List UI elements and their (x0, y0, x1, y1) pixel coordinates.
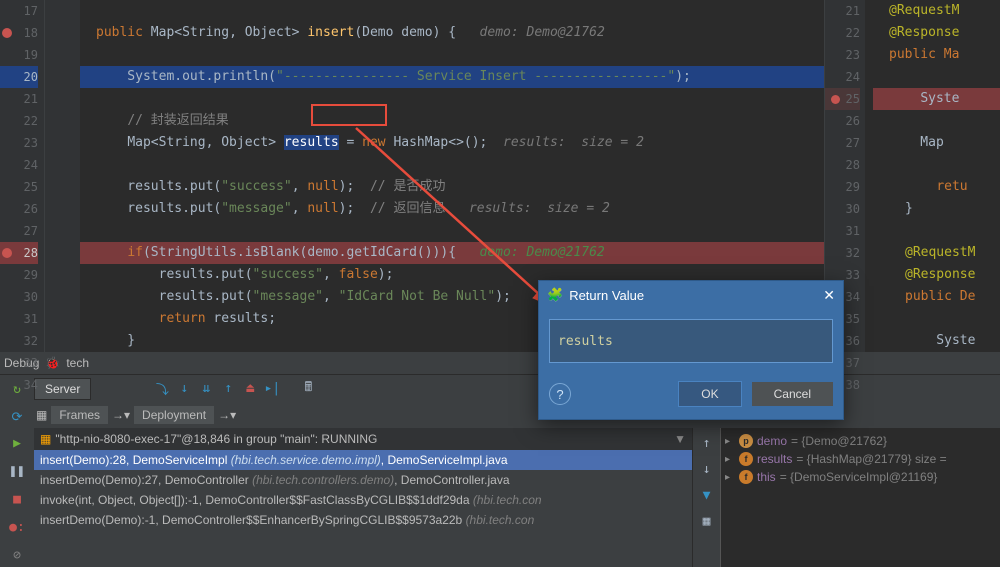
stack-frame[interactable]: insertDemo(Demo):-1, DemoController$$Enh… (34, 510, 692, 530)
deployment-tab[interactable]: Deployment (134, 406, 214, 424)
frames-toolbar: ▦ Frames →▾ Deployment →▾ (34, 402, 1000, 428)
dialog-icon: 🧩 (547, 287, 563, 303)
view-breakpoints-icon[interactable]: ●: (6, 516, 28, 538)
frames-list: insert(Demo):28, DemoServiceImpl (hbi.te… (34, 450, 692, 530)
resume-icon[interactable]: ▶ (6, 432, 28, 454)
step-over-icon[interactable]: ⤵ (151, 378, 173, 400)
return-value-input[interactable] (549, 319, 833, 363)
stack-frame[interactable]: insert(Demo):28, DemoServiceImpl (hbi.te… (34, 450, 692, 470)
debug-body: ▶ ❚❚ ■ ●: ⊘ ▦ "http-nio-8080-exec-17"@18… (0, 428, 1000, 567)
debug-process-name[interactable]: tech (66, 356, 89, 370)
help-icon[interactable]: ? (549, 383, 571, 405)
ok-button[interactable]: OK (678, 381, 741, 407)
dialog-title-text: Return Value (569, 288, 644, 303)
frames-tab[interactable]: Frames (51, 406, 108, 424)
debug-side-actions: ▶ ❚❚ ■ ●: ⊘ (0, 428, 34, 567)
variable-row[interactable]: ▸f results = {HashMap@21779} size = (725, 450, 996, 468)
deployment-dropdown-icon[interactable]: →▾ (218, 408, 236, 422)
filter-icon[interactable]: ▼ (696, 484, 718, 506)
stack-frames-panel: ▦ "http-nio-8080-exec-17"@18,846 in grou… (34, 428, 692, 567)
thread-icon: ▦ (40, 432, 51, 446)
thread-label: "http-nio-8080-exec-17"@18,846 in group … (55, 432, 377, 446)
server-tab[interactable]: Server (34, 378, 91, 400)
evaluate-icon[interactable]: 🖩 (297, 378, 319, 400)
cancel-button[interactable]: Cancel (752, 382, 833, 406)
variable-row[interactable]: ▸p demo = {Demo@21762} (725, 432, 996, 450)
variable-row[interactable]: ▸f this = {DemoServiceImpl@21169} (725, 468, 996, 486)
frames-tab-icon: ▦ (36, 408, 47, 422)
line-gutter-left: 171819202122232425262728293031323334 (0, 0, 44, 352)
close-icon[interactable]: ✕ (823, 287, 835, 304)
frames-side-tools: ↑ ↓ ▼ ▦ (692, 428, 720, 567)
arrow-up-icon[interactable]: ↑ (696, 432, 718, 454)
step-into-icon[interactable]: ↓ (173, 378, 195, 400)
stop-icon[interactable]: ■ (6, 488, 28, 510)
split-editor-right: 212223242526272829303132333435363738 @Re… (824, 0, 1000, 352)
editor-area: 171819202122232425262728293031323334 pub… (0, 0, 1000, 352)
force-step-into-icon[interactable]: ⇊ (195, 378, 217, 400)
drop-frame-icon[interactable]: ⏏ (239, 378, 261, 400)
dialog-titlebar[interactable]: 🧩 Return Value ✕ (539, 281, 843, 309)
mute-breakpoints-icon[interactable]: ⊘ (6, 544, 28, 566)
return-value-dialog: 🧩 Return Value ✕ ? OK Cancel (538, 280, 844, 420)
layout-icon[interactable]: ▦ (696, 510, 718, 532)
thread-dropdown-icon[interactable]: ▼ (674, 432, 686, 446)
bug-icon: 🐞 (45, 356, 60, 370)
marker-gutter (44, 0, 80, 352)
update-icon[interactable]: ⟳ (6, 406, 28, 428)
stack-frame[interactable]: insertDemo(Demo):27, DemoController (hbi… (34, 470, 692, 490)
variables-panel: ▸p demo = {Demo@21762}▸f results = {Hash… (720, 428, 1000, 567)
arrow-down-icon[interactable]: ↓ (696, 458, 718, 480)
thread-selector[interactable]: ▦ "http-nio-8080-exec-17"@18,846 in grou… (34, 428, 692, 450)
pause-icon[interactable]: ❚❚ (6, 460, 28, 482)
code-editor-right[interactable]: @RequestM@Responsepublic Ma Syste Map re… (865, 0, 1000, 352)
frames-dropdown-icon[interactable]: →▾ (112, 408, 130, 422)
step-out-icon[interactable]: ↑ (217, 378, 239, 400)
run-to-cursor-icon[interactable]: ▸| (261, 378, 283, 400)
stack-frame[interactable]: invoke(int, Object, Object[]):-1, DemoCo… (34, 490, 692, 510)
